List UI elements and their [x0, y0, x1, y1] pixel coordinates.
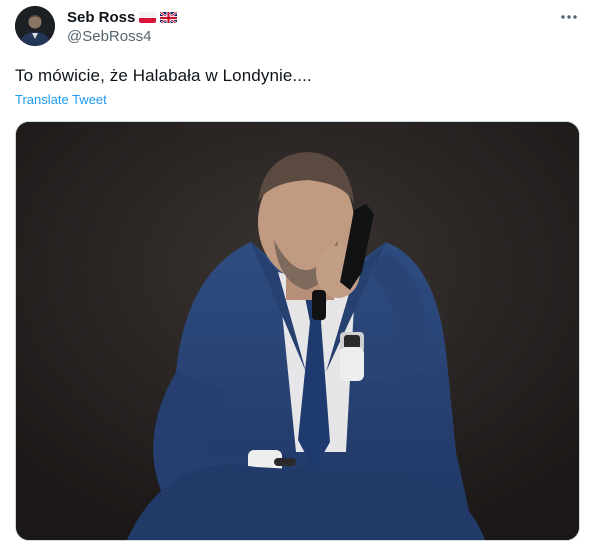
author-name-row: Seb Ross	[67, 7, 178, 27]
flag-poland-icon	[139, 11, 157, 23]
tweet-text: To mówicie, że Halabała w Londynie....	[15, 66, 312, 85]
more-options-button[interactable]	[558, 6, 580, 28]
author-display-name[interactable]: Seb Ross	[67, 9, 135, 26]
translate-tweet-link[interactable]: Translate Tweet	[15, 92, 107, 107]
top-edge	[0, 0, 596, 3]
more-dots-icon	[561, 15, 577, 19]
avatar-photo	[15, 6, 55, 46]
author-avatar[interactable]	[15, 6, 55, 46]
photo-illustration	[16, 122, 579, 540]
tweet-media-photo[interactable]	[15, 121, 580, 541]
author-handle[interactable]: @SebRoss4	[67, 28, 151, 45]
flag-united-kingdom-icon	[160, 11, 178, 23]
